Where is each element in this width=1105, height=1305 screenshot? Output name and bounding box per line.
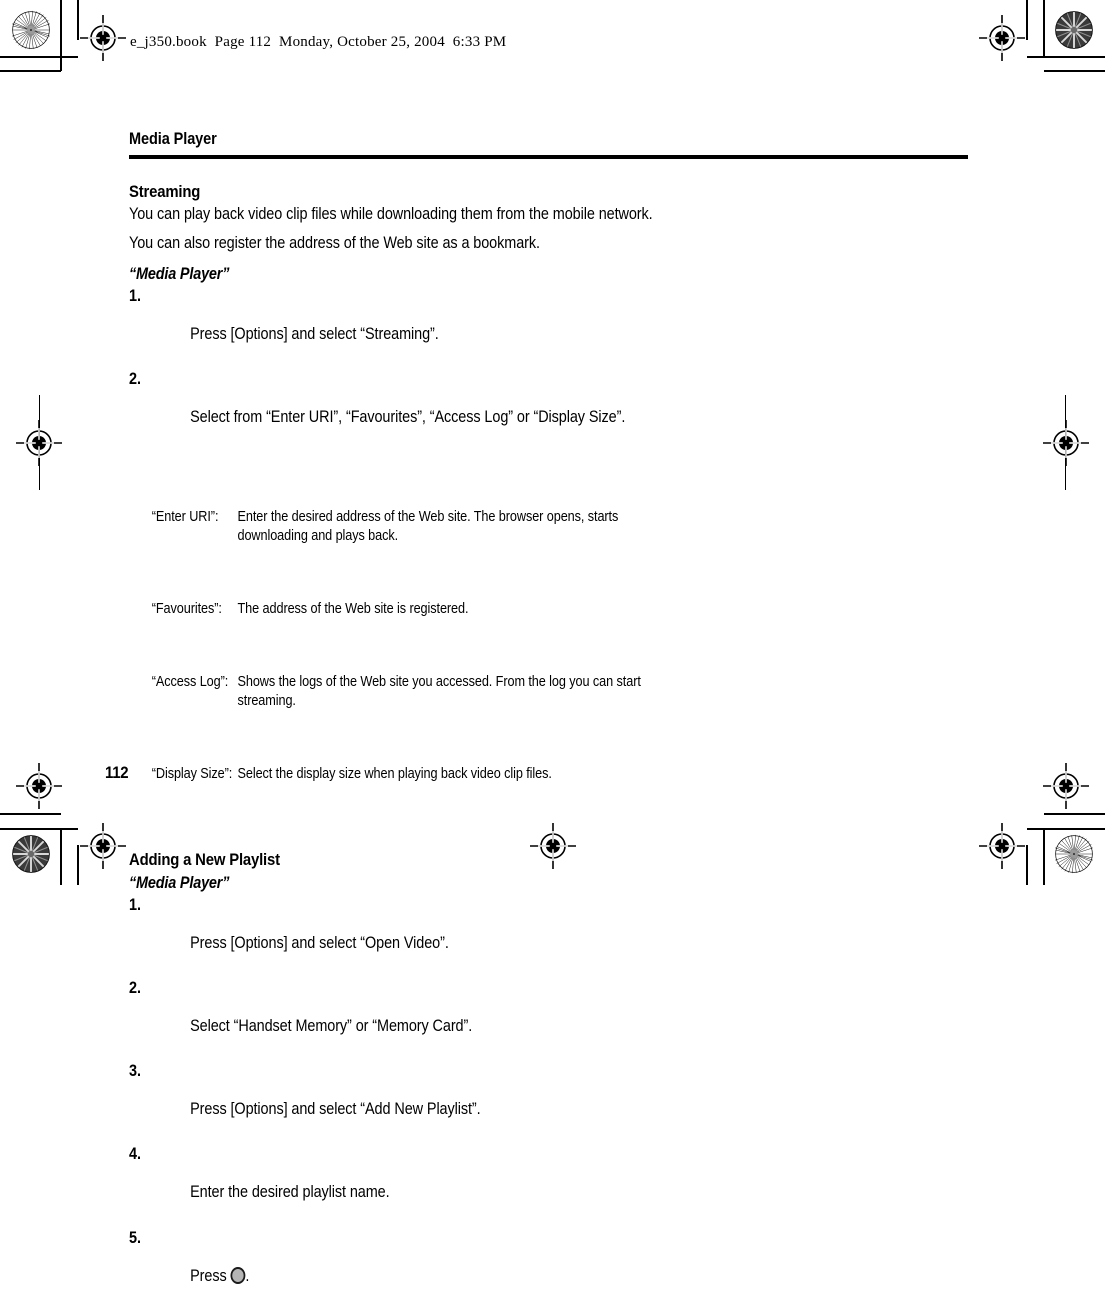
procedure-steps: 1. Press [Options] and select “Streaming…	[129, 287, 989, 446]
step-number: 5.	[129, 1229, 141, 1247]
section-paragraph: You can play back video clip files while…	[129, 205, 653, 223]
list-item: 2. Select from “Enter URI”, “Favourites”…	[129, 370, 882, 446]
procedure-subhead: “Media Player”	[129, 874, 230, 892]
list-item: “Display Size”: Select the display size …	[129, 765, 663, 784]
list-item: “Favourites”: The address of the Web sit…	[129, 600, 663, 619]
page-number: 112	[105, 763, 129, 782]
definition-description: Enter the desired address of the Web sit…	[237, 509, 622, 544]
option-definition-list: “Enter URI”: Enter the desired address o…	[129, 454, 663, 838]
definition-term: “Access Log”:	[151, 674, 229, 690]
step-text: Enter the desired playlist name.	[190, 1183, 390, 1201]
step-number: 4.	[129, 1145, 141, 1163]
step-text: Press [Options] and select “Open Video”.	[190, 934, 449, 952]
step-text: Press [Options] and select “Streaming”.	[190, 325, 439, 343]
definition-term: “Display Size”:	[151, 766, 233, 782]
definition-term: “Favourites”:	[151, 601, 222, 617]
step-number: 3.	[129, 1062, 141, 1080]
print-job-header: e_j350.book Page 112 Monday, October 25,…	[130, 34, 507, 50]
list-item: “Enter URI”: Enter the desired address o…	[129, 508, 663, 546]
step-text-suffix: .	[245, 1267, 250, 1285]
step-number: 1.	[129, 287, 141, 305]
list-item: 5. Press .	[129, 1229, 882, 1305]
step-number: 2.	[129, 370, 141, 388]
section-heading: Streaming	[129, 182, 201, 201]
section-heading: Adding a New Playlist	[129, 850, 280, 869]
step-text: Press [Options] and select “Add New Play…	[190, 1100, 481, 1118]
list-item: 3. Press [Options] and select “Add New P…	[129, 1062, 882, 1138]
procedure-steps: 1. Press [Options] and select “Open Vide…	[129, 896, 989, 1305]
definition-description: The address of the Web site is registere…	[237, 601, 469, 617]
section-adding-a-new-playlist: Adding a New Playlist “Media Player” 1. …	[129, 850, 989, 1305]
step-number: 2.	[129, 979, 141, 997]
step-number: 1.	[129, 896, 141, 914]
definition-description: Shows the logs of the Web site you acces…	[237, 674, 645, 709]
title-rule	[129, 155, 968, 159]
definition-description: Select the display size when playing bac…	[237, 766, 552, 782]
step-text: Press	[190, 1267, 231, 1285]
round-select-key-icon	[230, 1267, 246, 1284]
section-streaming: Streaming You can play back video clip f…	[129, 182, 989, 838]
list-item: “Access Log”: Shows the logs of the Web …	[129, 673, 663, 711]
page-content: Streaming You can play back video clip f…	[129, 182, 989, 1305]
step-text: Select from “Enter URI”, “Favourites”, “…	[190, 408, 626, 426]
list-item: 1. Press [Options] and select “Streaming…	[129, 287, 882, 363]
page-title: Media Player	[129, 130, 217, 148]
document-page: e_j350.book Page 112 Monday, October 25,…	[0, 0, 1105, 1285]
procedure-subhead: “Media Player”	[129, 265, 230, 283]
list-item: 1. Press [Options] and select “Open Vide…	[129, 896, 882, 972]
list-item: 2. Select “Handset Memory” or “Memory Ca…	[129, 979, 882, 1055]
list-item: 4. Enter the desired playlist name.	[129, 1145, 882, 1221]
definition-term: “Enter URI”:	[151, 509, 219, 525]
section-paragraph: You can also register the address of the…	[129, 234, 540, 252]
step-text: Select “Handset Memory” or “Memory Card”…	[190, 1017, 473, 1035]
